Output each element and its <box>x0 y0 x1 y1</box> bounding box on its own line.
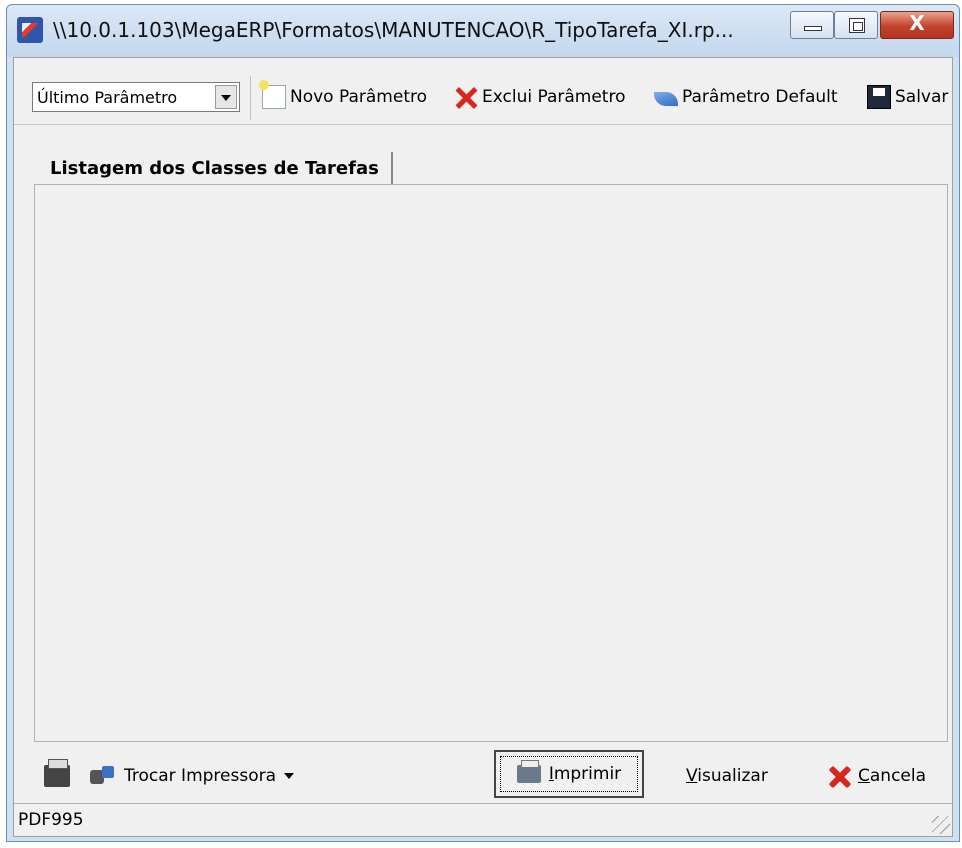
change-printer-button[interactable]: Trocar Impressora <box>90 761 295 791</box>
chevron-down-icon[interactable] <box>215 85 237 109</box>
cancel-icon <box>828 764 852 788</box>
default-parameter-label: Parâmetro Default <box>682 87 838 107</box>
default-parameter-icon <box>654 92 678 106</box>
toolbar-separator <box>250 76 251 120</box>
cancel-label-rest: ancela <box>869 766 927 786</box>
maximize-icon <box>849 18 865 33</box>
cancel-button[interactable]: Cancela <box>828 761 926 791</box>
print-icon <box>516 760 541 783</box>
default-parameter-button[interactable]: Parâmetro Default <box>654 82 838 112</box>
minimize-icon <box>804 26 822 31</box>
maximize-button[interactable] <box>834 11 878 39</box>
floppy-disk-icon <box>867 85 891 109</box>
print-label: Imprimir <box>549 764 621 784</box>
report-window: \\10.0.1.103\MegaERP\Formatos\MANUTENCAO… <box>6 4 960 842</box>
preview-label: Visualizar <box>686 766 768 786</box>
status-bar: PDF995 <box>14 803 952 836</box>
parameter-combo[interactable]: Último Parâmetro <box>32 82 240 112</box>
cancel-label: Cancela <box>858 766 926 786</box>
save-button[interactable]: Salvar <box>867 82 948 112</box>
status-printer-name: PDF995 <box>18 810 84 830</box>
print-button-focus: Imprimir <box>500 756 638 792</box>
delete-icon <box>454 85 478 109</box>
preview-label-rest: isualizar <box>697 766 768 786</box>
client-area: Último Parâmetro Novo Parâmetro Exclui P… <box>13 57 953 837</box>
swap-printer-icon <box>90 764 116 788</box>
delete-parameter-button[interactable]: Exclui Parâmetro <box>454 82 626 112</box>
save-label: Salvar <box>895 87 949 107</box>
preview-button[interactable]: Visualizar <box>686 761 768 791</box>
close-button[interactable]: X <box>880 11 954 39</box>
change-printer-label: Trocar Impressora <box>124 766 277 786</box>
delete-parameter-label: Exclui Parâmetro <box>482 87 626 107</box>
title-bar[interactable]: \\10.0.1.103\MegaERP\Formatos\MANUTENCAO… <box>7 5 959 57</box>
tab-content-panel <box>34 184 948 742</box>
app-icon[interactable] <box>17 17 43 43</box>
dropdown-arrow-icon <box>284 773 295 779</box>
bottom-bar: Trocar Impressora Imprimir Visualizar Ca… <box>14 748 952 804</box>
resize-grip-icon[interactable] <box>932 816 950 834</box>
printer-icon <box>44 759 70 787</box>
window-title: \\10.0.1.103\MegaERP\Formatos\MANUTENCAO… <box>53 18 734 42</box>
new-document-icon <box>259 80 286 109</box>
cancel-mnemonic: C <box>858 766 870 786</box>
close-icon: X <box>909 11 925 35</box>
print-label-rest: mprimir <box>553 764 622 784</box>
new-parameter-label: Novo Parâmetro <box>290 87 427 107</box>
print-button[interactable]: Imprimir <box>494 750 644 798</box>
toolbar: Último Parâmetro Novo Parâmetro Exclui P… <box>14 58 952 125</box>
preview-mnemonic: V <box>686 766 698 786</box>
minimize-button[interactable] <box>790 11 834 39</box>
tab-listagem[interactable]: Listagem dos Classes de Tarefas <box>38 152 393 188</box>
parameter-combo-value: Último Parâmetro <box>37 88 178 107</box>
printer-settings-button[interactable] <box>44 759 80 791</box>
new-parameter-button[interactable]: Novo Parâmetro <box>259 80 427 112</box>
